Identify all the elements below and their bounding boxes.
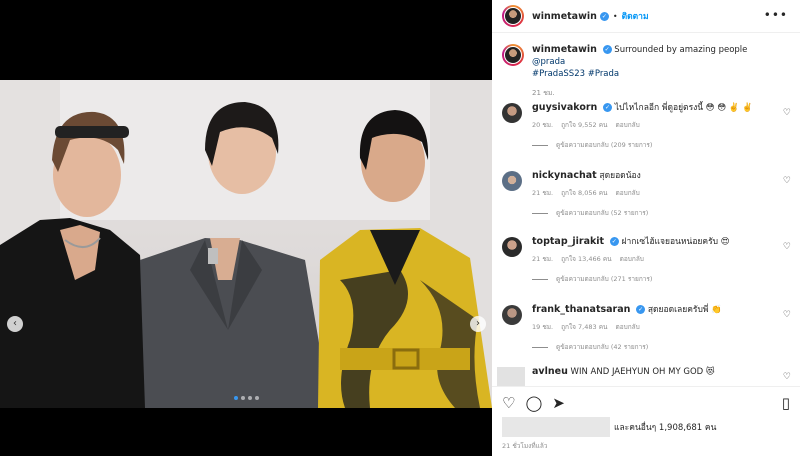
redacted-liker-box: [502, 417, 610, 437]
post-header: winmetawin ✓ • ติดตาม •••: [492, 0, 800, 33]
comment-text: WIN AND JAEHYUN OH MY GOD 😻: [570, 367, 715, 377]
view-replies-button[interactable]: ดูข้อความตอบกลับ (209 รายการ): [532, 140, 770, 150]
reply-button[interactable]: ตอบกลับ: [616, 322, 640, 332]
author-username[interactable]: winmetawin: [532, 11, 597, 22]
post-actions: ♡ ◯ ➤ ▯ และคนอื่นๆ 1,908,681 คน 21 ชั่วโ…: [492, 386, 800, 456]
verified-badge-icon: ✓: [636, 305, 646, 314]
avatar[interactable]: [502, 171, 522, 191]
comments-list[interactable]: winmetawin ✓ Surrounded by amazing peopl…: [492, 34, 800, 386]
view-replies-button[interactable]: ดูข้อความตอบกลับ (42 รายการ): [532, 342, 770, 352]
like-heart-icon[interactable]: ♡: [502, 394, 515, 412]
chevron-left-icon: ‹: [13, 318, 17, 329]
verified-badge-icon: ✓: [609, 237, 619, 246]
post-photo[interactable]: ‹ ›: [0, 80, 492, 408]
likes-summary[interactable]: และคนอื่นๆ 1,908,681 คน: [502, 417, 716, 437]
comment-text: สุดยอดน้อง: [599, 171, 641, 181]
mention-link[interactable]: @prada: [532, 57, 565, 67]
share-paper-plane-icon[interactable]: ➤: [552, 394, 565, 412]
verified-badge-icon: ✓: [602, 45, 612, 54]
avatar[interactable]: [502, 103, 522, 123]
like-comment-heart-icon[interactable]: ♡: [783, 176, 791, 186]
reply-button[interactable]: ตอบกลับ: [620, 254, 644, 264]
post-caption: winmetawin ✓ Surrounded by amazing peopl…: [492, 34, 800, 80]
comment-time: 21 ชม.: [532, 255, 554, 263]
comment-username[interactable]: avlneu: [532, 366, 568, 377]
comment-bubble-icon[interactable]: ◯: [525, 394, 542, 412]
avatar[interactable]: [502, 5, 524, 27]
comment-username[interactable]: toptap_jirakit: [532, 236, 604, 247]
hashtag-links[interactable]: #PradaSS23 #Prada: [532, 69, 619, 79]
verified-badge-icon: ✓: [603, 103, 613, 112]
next-photo-button[interactable]: ›: [470, 316, 486, 332]
like-comment-heart-icon[interactable]: ♡: [783, 372, 791, 382]
carousel-dot: [248, 396, 252, 400]
comment-item: toptap_jirakit ✓ ฝากเซไฮ้แจยอนหน่อยครับ …: [492, 236, 800, 284]
comment-item: nickynachat สุดยอดน้อง 21 ชม. ถูกใจ 8,056…: [492, 170, 800, 218]
like-comment-heart-icon[interactable]: ♡: [783, 242, 791, 252]
comment-time: 21 ชม.: [532, 189, 554, 197]
save-bookmark-icon[interactable]: ▯: [782, 394, 790, 412]
carousel-dot: [241, 396, 245, 400]
reply-button[interactable]: ตอบกลับ: [616, 120, 640, 130]
comment-text: ไปไหไกลอีก พี่ดูอยู่ตรงนี้ 😳 😳 ✌️ ✌️: [614, 103, 753, 113]
comment-like-count[interactable]: ถูกใจ 7,483 คน: [561, 322, 607, 332]
comment-username[interactable]: frank_thanatsaran: [532, 304, 630, 315]
carousel-dots: [234, 396, 259, 400]
caption-time: 21 ชม.: [532, 89, 555, 97]
photo-panel: ‹ ›: [0, 0, 492, 456]
like-comment-heart-icon[interactable]: ♡: [783, 310, 791, 320]
avatar[interactable]: [497, 367, 525, 386]
comment-time: 19 ชม.: [532, 323, 554, 331]
reply-button[interactable]: ตอบกลับ: [616, 188, 640, 198]
like-comment-heart-icon[interactable]: ♡: [783, 108, 791, 118]
comment-like-count[interactable]: ถูกใจ 13,466 คน: [561, 254, 612, 264]
comment-like-count[interactable]: ถูกใจ 8,056 คน: [561, 188, 607, 198]
comment-item: frank_thanatsaran ✓ สุดยอดเลยครับพี่ 👏 1…: [492, 304, 800, 352]
view-replies-button[interactable]: ดูข้อความตอบกลับ (271 รายการ): [532, 274, 770, 284]
comment-item: guysivakorn ✓ ไปไหไกลอีก พี่ดูอยู่ตรงนี้…: [492, 102, 800, 150]
comment-username[interactable]: guysivakorn: [532, 102, 597, 113]
carousel-dot: [234, 396, 238, 400]
likes-count-text: และคนอื่นๆ 1,908,681 คน: [614, 423, 717, 433]
comment-text: ฝากเซไฮ้แจยอนหน่อยครับ 😍: [621, 237, 730, 247]
comment-username[interactable]: nickynachat: [532, 170, 597, 181]
verified-badge-icon: ✓: [599, 11, 609, 21]
view-replies-button[interactable]: ดูข้อความตอบกลับ (52 รายการ): [532, 208, 770, 218]
comment-item: avlneu WIN AND JAEHYUN OH MY GOD 😻 ♡: [492, 366, 800, 386]
photo-illustration: [0, 80, 492, 408]
comment-text: สุดยอดเลยครับพี่ 👏: [647, 305, 722, 315]
more-options-icon[interactable]: •••: [764, 8, 788, 22]
chevron-right-icon: ›: [476, 318, 480, 329]
post-sidebar: winmetawin ✓ • ติดตาม ••• winmetawin ✓ S…: [492, 0, 800, 456]
avatar[interactable]: [502, 44, 524, 66]
comment-like-count[interactable]: ถูกใจ 9,552 คน: [561, 120, 607, 130]
follow-button[interactable]: ติดตาม: [622, 9, 649, 23]
caption-username[interactable]: winmetawin: [532, 44, 597, 55]
post-timestamp: 21 ชั่วโมงที่แล้ว: [502, 442, 548, 450]
previous-photo-button[interactable]: ‹: [7, 316, 23, 332]
carousel-dot: [255, 396, 259, 400]
caption-text: Surrounded by amazing people: [614, 45, 748, 55]
avatar[interactable]: [502, 237, 522, 257]
avatar[interactable]: [502, 305, 522, 325]
comment-time: 20 ชม.: [532, 121, 554, 129]
